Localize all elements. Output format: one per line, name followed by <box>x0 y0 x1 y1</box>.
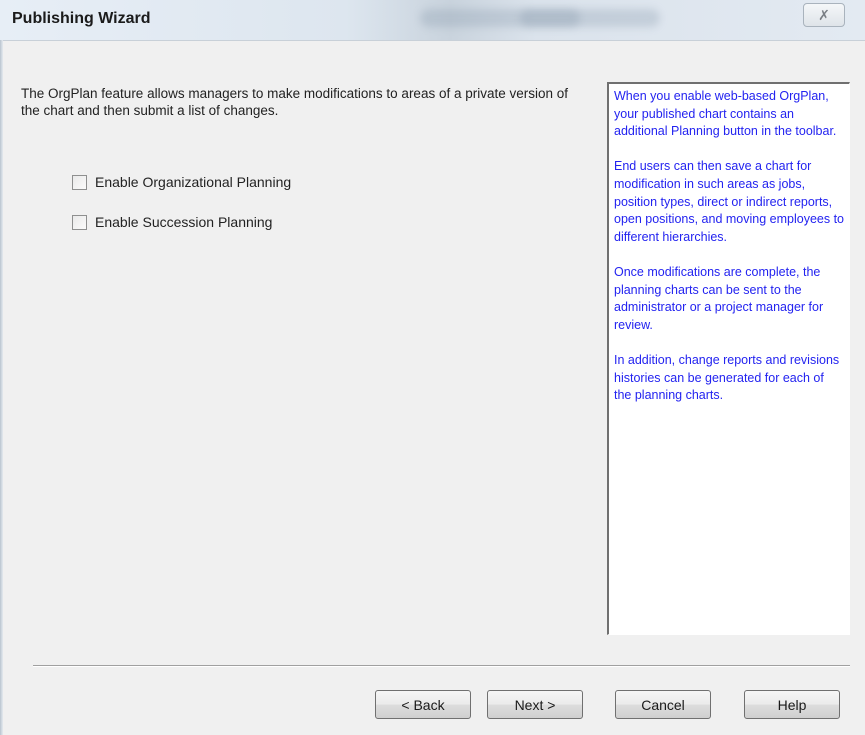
title-bar-glare-2 <box>520 9 660 27</box>
close-icon: ✗ <box>818 7 830 23</box>
intro-text: The OrgPlan feature allows managers to m… <box>21 86 569 118</box>
close-button[interactable]: ✗ <box>803 3 845 27</box>
succession-planning-label[interactable]: Enable Succession Planning <box>95 214 272 230</box>
option-organizational-planning[interactable]: Enable Organizational Planning <box>72 172 291 192</box>
help-paragraph: End users can then save a chart for modi… <box>614 159 845 244</box>
succession-planning-checkbox[interactable] <box>72 214 87 230</box>
help-pane: When you enable web-based OrgPlan, your … <box>607 82 850 635</box>
help-paragraph: Once modifications are complete, the pla… <box>614 264 824 332</box>
organizational-planning-checkbox[interactable] <box>72 174 87 190</box>
back-button[interactable]: < Back <box>375 690 471 719</box>
cancel-button[interactable]: Cancel <box>615 690 711 719</box>
title-bar: Publishing Wizard ✗ <box>0 0 865 41</box>
help-text: When you enable web-based OrgPlan, your … <box>614 88 844 422</box>
help-paragraph: When you enable web-based OrgPlan, your … <box>614 89 837 139</box>
help-paragraph: In addition, change reports and revision… <box>614 352 840 403</box>
footer-separator <box>33 665 850 667</box>
next-button[interactable]: Next > <box>487 690 583 719</box>
window-title: Publishing Wizard <box>12 10 151 27</box>
window-frame-left <box>0 40 3 735</box>
option-succession-planning[interactable]: Enable Succession Planning <box>72 212 272 232</box>
organizational-planning-label[interactable]: Enable Organizational Planning <box>95 174 291 190</box>
help-button[interactable]: Help <box>744 690 840 719</box>
